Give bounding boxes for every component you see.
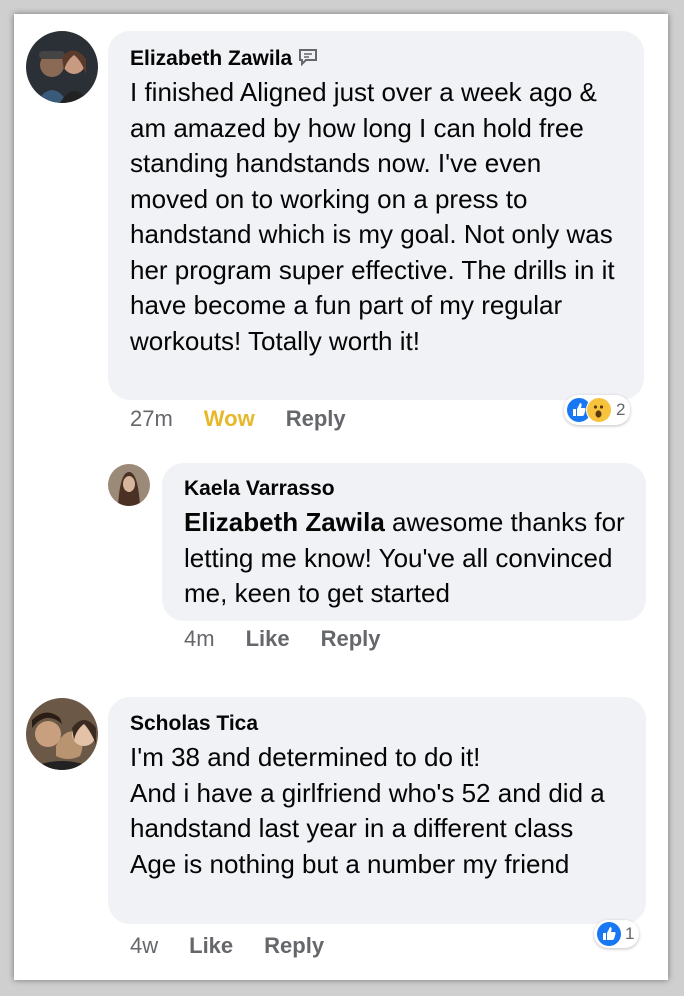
avatar[interactable] — [26, 698, 98, 770]
comment-line: Age is nothing but a number my friend — [130, 848, 570, 879]
timestamp[interactable]: 4m — [184, 626, 215, 652]
timestamp[interactable]: 27m — [130, 406, 173, 432]
reaction-count: 2 — [616, 400, 626, 419]
messenger-badge-icon — [298, 48, 318, 71]
reaction-count: 1 — [625, 924, 635, 943]
wow-icon — [586, 397, 612, 423]
comment-author[interactable]: Kaela Varrasso — [184, 477, 626, 501]
comment-author[interactable]: Elizabeth Zawila — [130, 47, 624, 71]
reaction-summary[interactable]: 1 — [594, 920, 640, 948]
avatar[interactable] — [26, 31, 98, 103]
wow-reaction-button[interactable]: Wow — [204, 406, 255, 432]
comment-author[interactable]: Scholas Tica — [130, 712, 626, 736]
comments-panel: Elizabeth Zawila I finished Aligned just… — [14, 14, 668, 980]
reply-button[interactable]: Reply — [286, 406, 346, 432]
like-button[interactable]: Like — [189, 933, 233, 959]
like-button[interactable]: Like — [246, 626, 290, 652]
mention-link[interactable]: Elizabeth Zawila — [184, 507, 385, 537]
comment-line: I'm 38 and determined to do it! — [130, 742, 481, 772]
reply-button[interactable]: Reply — [264, 933, 324, 959]
comment-text: Elizabeth Zawila awesome thanks for lett… — [184, 505, 626, 612]
comment-actions: 4m Like Reply — [184, 626, 381, 652]
timestamp[interactable]: 4w — [130, 933, 158, 959]
like-icon — [597, 922, 621, 946]
comment-line: And i have a girlfriend who's 52 and did… — [130, 777, 605, 844]
avatar[interactable] — [108, 464, 150, 506]
comment-bubble: Elizabeth Zawila I finished Aligned just… — [108, 31, 644, 400]
comment-bubble: Kaela Varrasso Elizabeth Zawila awesome … — [162, 463, 646, 621]
comment-actions: 4w Like Reply — [130, 933, 324, 959]
comment-actions: 27m Wow Reply — [130, 406, 346, 432]
reply-button[interactable]: Reply — [321, 626, 381, 652]
comment-text: I'm 38 and determined to do it! And i ha… — [130, 740, 626, 882]
reaction-summary[interactable]: 2 — [564, 395, 631, 425]
comment-bubble: Scholas Tica I'm 38 and determined to do… — [108, 697, 646, 924]
comment-text: I finished Aligned just over a week ago … — [130, 77, 615, 356]
